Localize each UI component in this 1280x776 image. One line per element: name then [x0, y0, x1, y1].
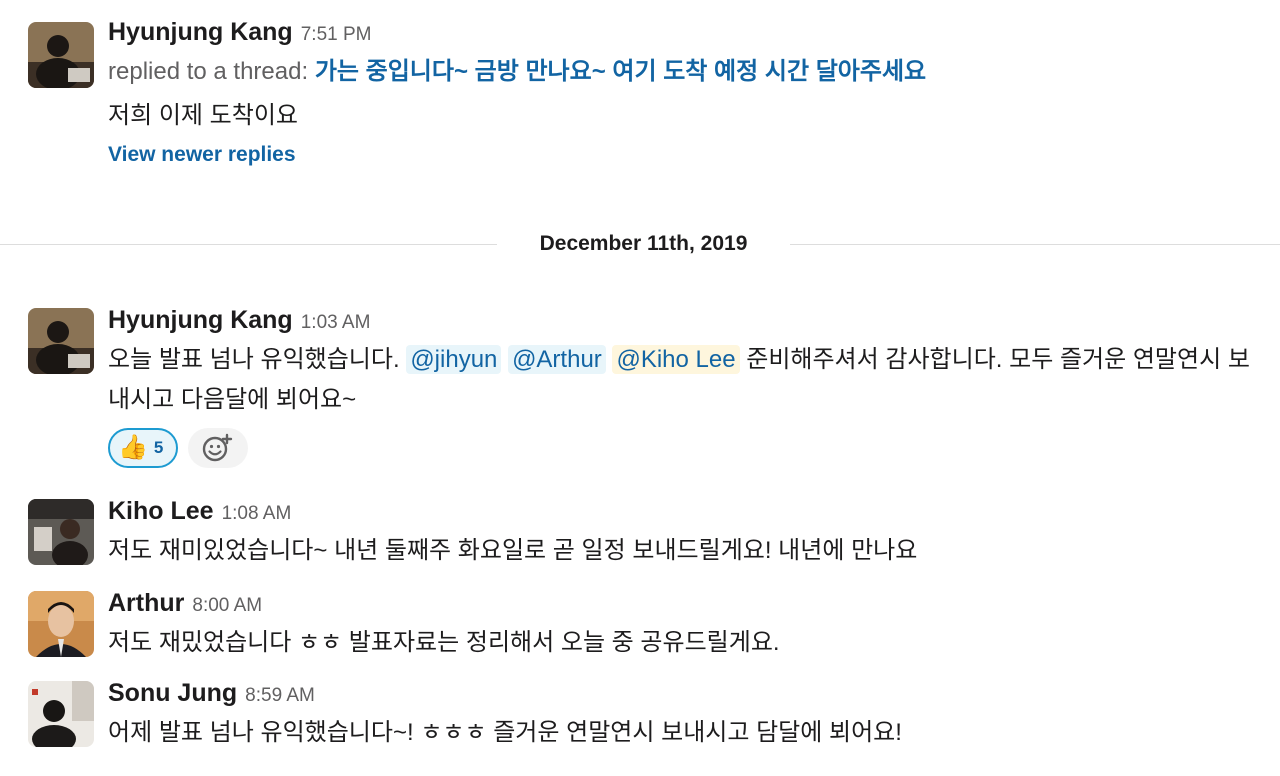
date-divider: December 11th, 2019	[0, 226, 1280, 262]
author-name[interactable]: Sonu Jung	[108, 679, 237, 708]
message-body: 저도 재밌었습니다 ㅎㅎ 발표자료는 정리해서 오늘 중 공유드릴게요.	[108, 629, 780, 656]
avatar[interactable]	[28, 499, 94, 565]
message-text: 오늘 발표 넘나 유익했습니다.	[108, 346, 400, 373]
mention-arthur[interactable]: @Arthur	[508, 345, 606, 374]
author-name[interactable]: Arthur	[108, 589, 184, 618]
author-name[interactable]: Hyunjung Kang	[108, 18, 293, 47]
avatar-arthur-image	[28, 591, 94, 657]
message-body: 어제 발표 넘나 유익했습니다~! ㅎㅎㅎ 즐거운 연말연시 보내시고 담달에 …	[108, 719, 902, 746]
thread-reply-context: replied to a thread: 가는 중입니다~ 금방 만나요~ 여기…	[108, 52, 1250, 92]
message-body: 오늘 발표 넘나 유익했습니다. @jihyun @Arthur @Kiho L…	[108, 340, 1250, 420]
avatar-hyunjung-image	[28, 308, 94, 374]
author-name[interactable]: Hyunjung Kang	[108, 306, 293, 335]
timestamp[interactable]: 7:51 PM	[301, 24, 372, 46]
author-name[interactable]: Kiho Lee	[108, 497, 214, 526]
avatar-kiho-lee-image	[28, 499, 94, 565]
avatar-hyunjung-image	[28, 22, 94, 88]
timestamp[interactable]: 8:59 AM	[245, 685, 315, 707]
avatar[interactable]	[28, 22, 94, 88]
message-body: 저희 이제 도착이요	[108, 102, 298, 129]
thread-prefix: replied to a thread:	[108, 58, 309, 85]
view-newer-replies-link[interactable]: View newer replies	[108, 140, 1250, 170]
divider-line	[0, 244, 497, 245]
mention-jihyun[interactable]: @jihyun	[406, 345, 502, 374]
reaction-bar: 👍 5	[108, 428, 1250, 468]
add-emoji-icon	[202, 433, 233, 462]
avatar[interactable]	[28, 591, 94, 657]
add-reaction-button[interactable]	[188, 428, 248, 468]
divider-line	[790, 244, 1280, 245]
thread-link[interactable]: 가는 중입니다~ 금방 만나요~ 여기 도착 예정 시간 달아주세요	[315, 58, 926, 85]
avatar-sonu-jung-image	[28, 681, 94, 747]
thumbs-up-icon: 👍	[118, 434, 148, 461]
date-divider-label[interactable]: December 11th, 2019	[497, 226, 790, 262]
avatar[interactable]	[28, 308, 94, 374]
mention-kiho-lee[interactable]: @Kiho Lee	[612, 345, 740, 374]
reaction-count: 5	[153, 438, 164, 457]
thumbs-up-reaction[interactable]: 👍 5	[108, 428, 178, 468]
avatar[interactable]	[28, 681, 94, 747]
message-body: 저도 재미있었습니다~ 내년 둘째주 화요일로 곧 일정 보내드릴게요! 내년에…	[108, 537, 918, 564]
timestamp[interactable]: 1:03 AM	[301, 312, 371, 334]
timestamp[interactable]: 1:08 AM	[222, 503, 292, 525]
timestamp[interactable]: 8:00 AM	[192, 595, 262, 617]
